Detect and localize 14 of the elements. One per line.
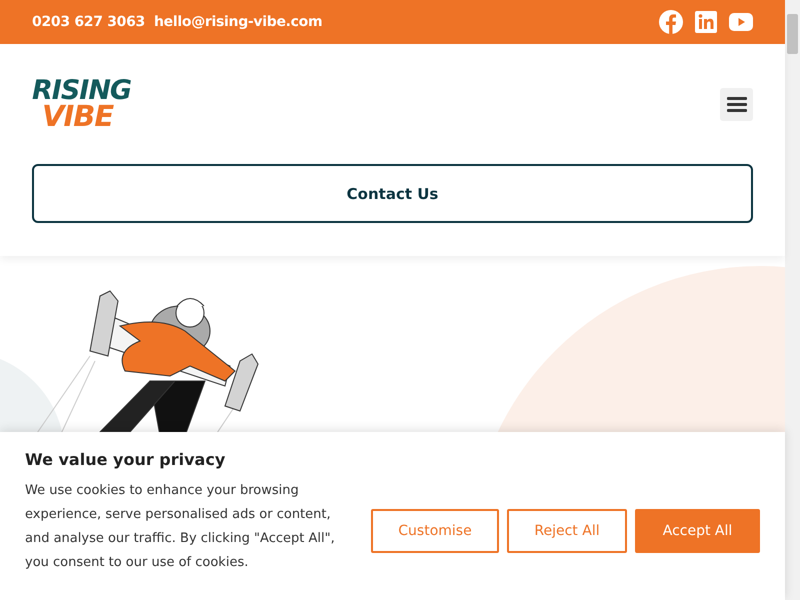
cookie-button[interactable]: Customise — [371, 509, 499, 553]
cookie-title: We value your privacy — [25, 450, 226, 469]
email-link[interactable]: hello@rising-vibe.com — [154, 14, 322, 30]
facebook-icon[interactable] — [659, 10, 683, 34]
contact-button[interactable]: Contact Us — [32, 164, 753, 223]
youtube-icon[interactable] — [729, 13, 753, 31]
cookie-text: We use cookies to enhance your browsing experience, serve personalised ads or content, and analyse our traffic. By clicking "Accept All", you consent to our use of cookies. — [25, 482, 336, 572]
logo[interactable]: RISING VIBE — [32, 78, 132, 130]
cookie-button[interactable]: Accept All — [635, 509, 760, 553]
menu-icon — [726, 96, 746, 112]
linkedin-icon[interactable] — [695, 11, 717, 33]
phone-number[interactable]: 0203 627 3063 — [32, 14, 146, 30]
cookie-button[interactable]: Reject All — [507, 509, 627, 553]
menu-button[interactable] — [720, 88, 753, 120]
